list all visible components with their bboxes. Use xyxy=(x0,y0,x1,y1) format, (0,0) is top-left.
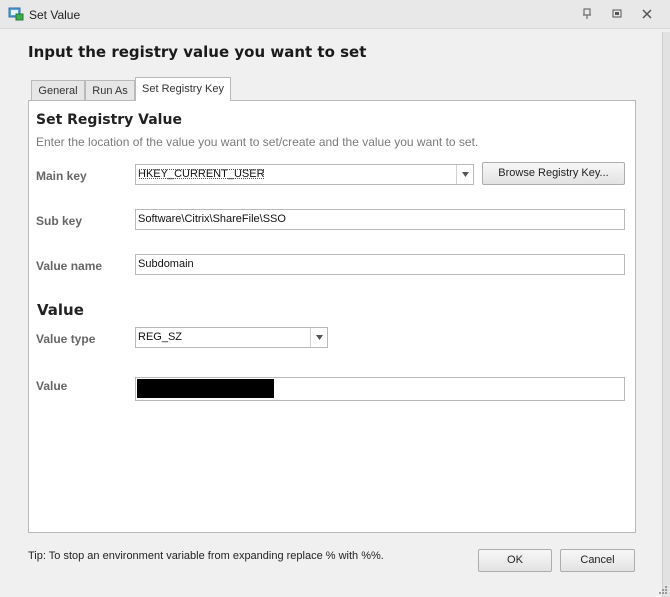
registry-panel: Set Registry Value Enter the location of… xyxy=(28,100,636,533)
chevron-down-icon[interactable] xyxy=(310,328,327,347)
section-title: Set Registry Value xyxy=(36,112,182,128)
main-key-value: HKEY_CURRENT_USER xyxy=(138,168,265,180)
browse-registry-key-button[interactable]: Browse Registry Key... xyxy=(482,162,625,185)
value-name-label: Value name xyxy=(36,259,103,273)
window-title: Set Value xyxy=(29,8,81,22)
pin-icon[interactable] xyxy=(580,7,594,21)
sub-key-label: Sub key xyxy=(36,214,83,228)
sub-key-value: Software\Citrix\ShareFile\SSO xyxy=(138,213,286,225)
value-field[interactable] xyxy=(135,377,625,401)
window-titlebar: Set Value xyxy=(0,0,670,29)
value-type-label: Value type xyxy=(36,332,96,346)
close-icon[interactable] xyxy=(640,7,654,21)
value-type-value: REG_SZ xyxy=(138,331,183,343)
redacted-value xyxy=(137,379,274,398)
tip-text: Tip: To stop an environment variable fro… xyxy=(28,550,384,562)
tab-general[interactable]: General xyxy=(31,80,85,100)
value-name-value: Subdomain xyxy=(138,258,194,270)
main-key-label: Main key xyxy=(36,169,87,183)
value-type-dropdown[interactable]: REG_SZ xyxy=(135,327,328,348)
restore-icon[interactable] xyxy=(610,7,624,21)
tab-set-registry-key[interactable]: Set Registry Key xyxy=(135,77,231,101)
value-name-field[interactable]: Subdomain xyxy=(135,254,625,275)
chevron-down-icon[interactable] xyxy=(456,165,473,184)
main-key-dropdown[interactable]: HKEY_CURRENT_USER xyxy=(135,164,474,185)
resize-grip-icon[interactable] xyxy=(658,585,668,595)
side-scroll-strip xyxy=(662,32,670,597)
dialog-heading: Input the registry value you want to set xyxy=(28,43,367,61)
ok-button[interactable]: OK xyxy=(478,549,552,572)
cancel-button[interactable]: Cancel xyxy=(560,549,635,572)
value-label: Value xyxy=(36,379,68,393)
sub-key-field[interactable]: Software\Citrix\ShareFile\SSO xyxy=(135,209,625,230)
section-description: Enter the location of the value you want… xyxy=(36,135,479,149)
value-section-title: Value xyxy=(37,301,84,319)
tab-run-as[interactable]: Run As xyxy=(85,80,135,100)
registry-set-icon xyxy=(8,7,24,21)
